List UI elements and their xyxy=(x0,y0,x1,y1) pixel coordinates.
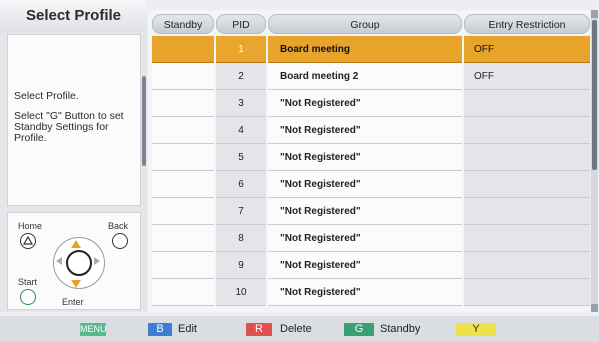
info-text-1: Select Profile. xyxy=(14,90,79,102)
entry-cell xyxy=(464,117,590,144)
header-entry-restriction: Entry Restriction xyxy=(464,14,590,34)
home-triangle-icon xyxy=(22,235,34,245)
left-panel: Select Profile Select Profile. Select "G… xyxy=(0,0,147,312)
table-row[interactable]: 4 "Not Registered" xyxy=(152,117,590,144)
back-button-icon xyxy=(112,233,128,249)
table-row[interactable]: 2 Board meeting 2 OFF xyxy=(152,63,590,90)
table-row[interactable]: 1 Board meeting OFF xyxy=(152,36,590,63)
pid-cell: 6 xyxy=(216,171,266,198)
entry-cell xyxy=(464,252,590,279)
group-cell: "Not Registered" xyxy=(268,198,462,225)
red-key[interactable]: R xyxy=(246,323,272,336)
entry-cell: OFF xyxy=(464,36,590,63)
group-cell: "Not Registered" xyxy=(268,279,462,306)
entry-cell xyxy=(464,225,590,252)
standby-cell xyxy=(152,90,214,117)
info-text-2: Select "G" Button to set Standby Setting… xyxy=(14,110,124,144)
group-cell: Board meeting xyxy=(268,36,462,63)
pid-cell: 3 xyxy=(216,90,266,117)
standby-label: Standby xyxy=(380,323,421,335)
table-row[interactable]: 3 "Not Registered" xyxy=(152,90,590,117)
group-cell: "Not Registered" xyxy=(268,144,462,171)
group-cell: "Not Registered" xyxy=(268,252,462,279)
standby-cell xyxy=(152,171,214,198)
table-row[interactable]: 9 "Not Registered" xyxy=(152,252,590,279)
entry-cell xyxy=(464,198,590,225)
info-box: Select Profile. Select "G" Button to set… xyxy=(7,34,141,206)
standby-cell xyxy=(152,252,214,279)
group-cell: "Not Registered" xyxy=(268,225,462,252)
table-row[interactable]: 8 "Not Registered" xyxy=(152,225,590,252)
standby-cell xyxy=(152,36,214,63)
header-standby: Standby xyxy=(152,14,214,34)
table-scrollbar[interactable] xyxy=(591,10,598,312)
scroll-thumb[interactable] xyxy=(592,20,597,170)
down-arrow-icon xyxy=(71,280,81,288)
standby-cell xyxy=(152,63,214,90)
group-cell: Board meeting 2 xyxy=(268,63,462,90)
table-row[interactable]: 10 "Not Registered" xyxy=(152,279,590,306)
home-button-icon xyxy=(20,233,36,249)
standby-cell xyxy=(152,198,214,225)
panel-title: Select Profile xyxy=(0,0,147,32)
standby-cell xyxy=(152,279,214,306)
menu-key[interactable]: MENU xyxy=(80,323,107,336)
edit-label: Edit xyxy=(178,323,197,335)
profile-table: Standby PID Group Entry Restriction 1 Bo… xyxy=(148,10,590,312)
remote-guide: Home Back Start Enter xyxy=(7,212,141,310)
group-cell: "Not Registered" xyxy=(268,171,462,198)
group-cell: "Not Registered" xyxy=(268,90,462,117)
entry-cell xyxy=(464,279,590,306)
left-arrow-icon xyxy=(56,257,62,265)
right-arrow-icon xyxy=(94,257,100,265)
screen: Select Profile Select Profile. Select "G… xyxy=(0,0,599,342)
delete-label: Delete xyxy=(280,323,312,335)
home-label: Home xyxy=(18,221,43,231)
entry-cell xyxy=(464,171,590,198)
start-button-icon xyxy=(20,289,36,305)
start-label: Start xyxy=(18,277,38,287)
pid-cell: 7 xyxy=(216,198,266,225)
pid-cell: 5 xyxy=(216,144,266,171)
pid-cell: 8 xyxy=(216,225,266,252)
info-scrollbar[interactable] xyxy=(142,76,146,166)
entry-cell xyxy=(464,144,590,171)
entry-cell xyxy=(464,90,590,117)
yellow-key[interactable]: Y xyxy=(456,323,496,336)
table-row[interactable]: 7 "Not Registered" xyxy=(152,198,590,225)
group-cell: "Not Registered" xyxy=(268,117,462,144)
standby-cell xyxy=(152,225,214,252)
pid-cell: 10 xyxy=(216,279,266,306)
pid-cell: 1 xyxy=(216,36,266,63)
back-label: Back xyxy=(108,221,129,231)
header-pid: PID xyxy=(216,14,266,34)
standby-cell xyxy=(152,117,214,144)
pid-cell: 4 xyxy=(216,117,266,144)
standby-cell xyxy=(152,144,214,171)
scroll-down-arrow-icon[interactable] xyxy=(591,304,598,312)
pid-cell: 9 xyxy=(216,252,266,279)
key-guide-bar: MENU B Edit R Delete G Standby Y xyxy=(0,316,599,342)
table-row[interactable]: 6 "Not Registered" xyxy=(152,171,590,198)
up-arrow-icon xyxy=(71,240,81,248)
enter-button-icon xyxy=(66,250,92,276)
blue-key[interactable]: B xyxy=(148,323,172,336)
pid-cell: 2 xyxy=(216,63,266,90)
enter-label: Enter xyxy=(62,297,84,307)
table-row[interactable]: 5 "Not Registered" xyxy=(152,144,590,171)
entry-cell: OFF xyxy=(464,63,590,90)
header-group: Group xyxy=(268,14,462,34)
green-key[interactable]: G xyxy=(344,323,374,336)
scroll-up-arrow-icon[interactable] xyxy=(591,10,598,18)
